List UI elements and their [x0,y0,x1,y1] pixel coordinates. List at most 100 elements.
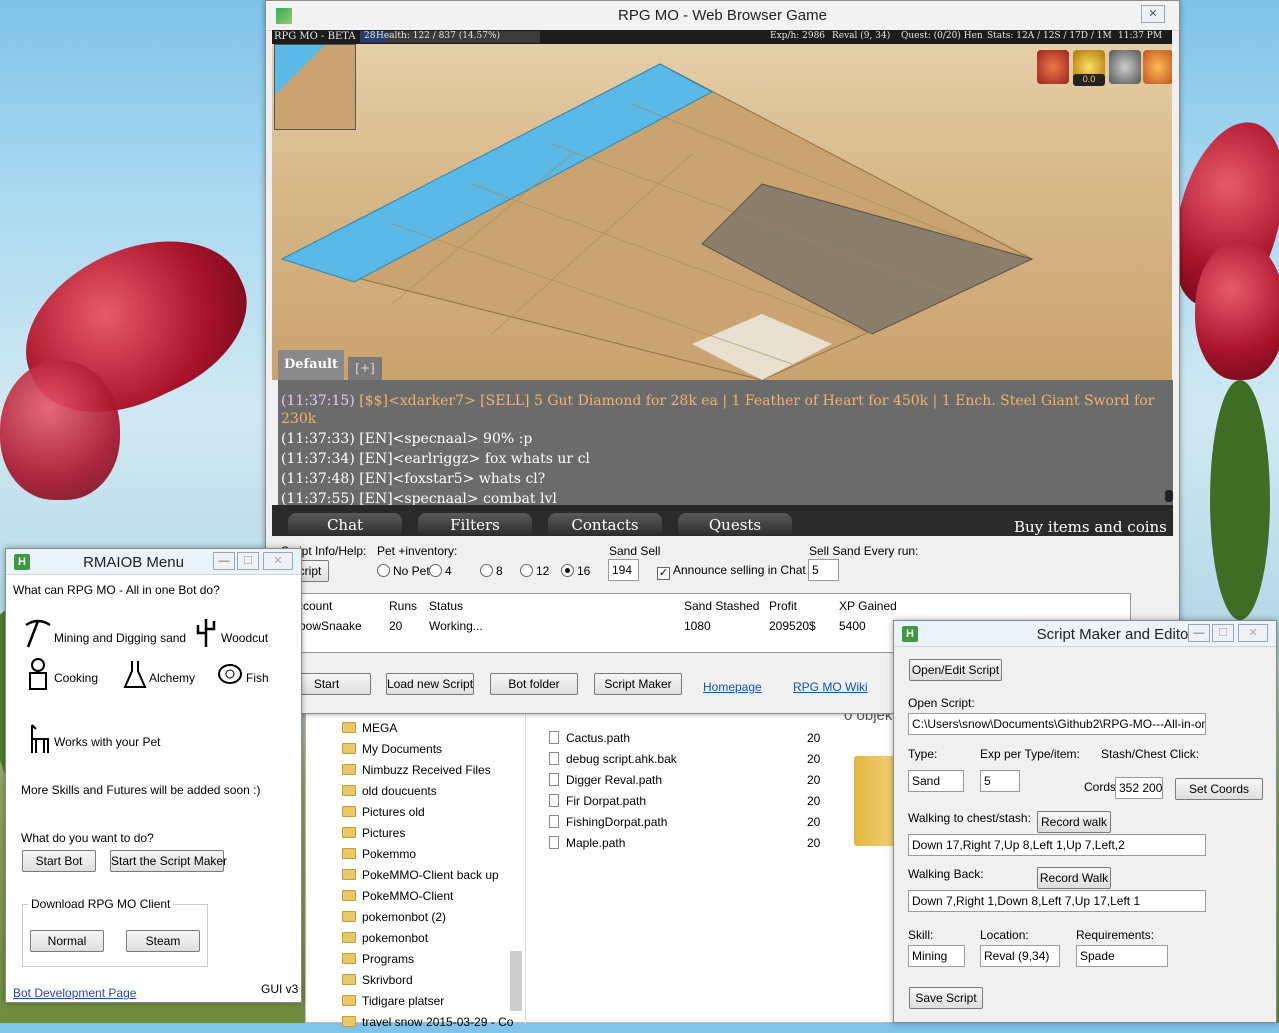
radio-button[interactable] [480,564,493,577]
rmaiob-window: H RMAIOB Menu — ☐ ✕ What can RPG MO - Al… [5,548,302,1003]
tab-filters[interactable]: Filters [418,513,532,535]
game-scene[interactable]: 0.0 Default [+] [272,44,1172,380]
steam-button[interactable]: Steam [126,930,200,952]
folder-item[interactable]: Pictures [342,823,513,844]
checkmark-icon[interactable]: ✓ [657,567,670,580]
folder-item[interactable]: MEGA [342,718,513,739]
file-date: 20 [807,752,821,766]
exph-label: Exp/h: 2986 [770,31,826,41]
pet-radio-option[interactable]: 12 [520,564,549,578]
folder-item[interactable]: My Documents [342,739,513,760]
bot-folder-button[interactable]: Bot folder [490,673,578,695]
open-edit-script-button[interactable]: Open/Edit Script [909,659,1002,681]
rmaiob-titlebar: H RMAIOB Menu — ☐ ✕ [6,549,301,575]
wiki-link[interactable]: RPG MO Wiki [793,680,868,694]
file-item[interactable]: Digger Reval.path 20 [549,770,820,791]
skill-alchemy-label: Alchemy [149,671,196,685]
minimize-button[interactable]: — [1188,624,1210,642]
tab-contacts[interactable]: Contacts [548,513,662,535]
file-item[interactable]: FishingDorpat.path 20 [549,812,820,833]
knight-icon[interactable] [1037,50,1069,84]
pet-radio-option[interactable]: No Pet [377,564,430,578]
helmet-icon[interactable] [1109,50,1141,84]
minimize-button[interactable]: — [213,552,235,570]
folder-item[interactable]: Pictures old [342,802,513,823]
record-walk-button[interactable]: Record walk [1037,811,1111,833]
chat-scroll-handle[interactable] [1165,490,1173,502]
column-header[interactable]: Status [429,599,463,613]
chat-tab-default[interactable]: Default [278,350,344,380]
radio-button[interactable] [377,564,390,577]
column-header[interactable]: Runs [389,599,417,613]
file-item[interactable]: Cactus.path 20 [549,728,820,749]
folder-item[interactable]: Skrivbord [342,970,513,991]
column-header[interactable]: Sand Stashed [684,599,759,613]
normal-button[interactable]: Normal [30,930,104,952]
open-script-path-input[interactable]: C:\Users\snow\Documents\Github2\RPG-MO--… [908,713,1206,735]
folder-item[interactable]: PokeMMO-Client [342,886,513,907]
walk-back-input[interactable]: Down 7,Right 1,Down 8,Left 7,Up 17,Left … [908,890,1206,912]
maximize-button[interactable]: ☐ [237,552,259,570]
tab-chat[interactable]: Chat [288,513,402,535]
download-label: Download RPG MO Client [28,897,174,911]
exp-input[interactable]: 5 [980,770,1020,792]
walk-to-input[interactable]: Down 17,Right 7,Up 8,Left 1,Up 7,Left,2 [908,834,1206,856]
skill-mining-label: Mining and Digging sand [54,631,187,645]
tab-quests[interactable]: Quests [678,513,792,535]
sell-every-input[interactable]: 5 [808,559,839,581]
file-item[interactable]: debug script.ahk.bak 20 [549,749,821,770]
announce-checkbox[interactable]: ✓ Announce selling in Chat [657,563,806,580]
record-walk-back-button[interactable]: Record Walk [1037,867,1111,889]
radio-button[interactable] [520,564,533,577]
folder-label: PokeMMO-Client [362,889,454,903]
file-date: 20 [807,794,821,808]
folder-item[interactable]: Programs [342,949,513,970]
sand-sell-input[interactable]: 194 [608,559,639,581]
folder-item[interactable]: Nimbuzz Received Files [342,760,513,781]
save-script-button[interactable]: Save Script [909,987,983,1009]
radio-button[interactable] [561,564,574,577]
sell-every-label: Sell Sand Every run: [809,544,919,558]
start-script-maker-button[interactable]: Start the Script Maker [110,850,227,872]
pet-radio-option[interactable]: 4 [429,564,452,578]
skill-input[interactable]: Mining [908,945,965,967]
type-input[interactable]: Sand [908,770,964,792]
pet-radio-option[interactable]: 8 [480,564,503,578]
level-label: 28 [364,31,376,41]
dragon-icon[interactable] [1143,50,1172,84]
script-maker-button[interactable]: Script Maker [594,673,682,695]
column-header[interactable]: XP Gained [839,599,897,613]
set-coords-button[interactable]: Set Coords [1175,778,1263,800]
file-item[interactable]: Fir Dorpat.path 20 [549,791,821,812]
close-button[interactable]: ✕ [1238,624,1268,642]
chat-tab-add[interactable]: [+] [348,357,382,380]
dev-page-link[interactable]: Bot Development Page [13,986,136,1000]
file-item[interactable]: Maple.path 20 [549,833,820,854]
cords-input[interactable]: 352 200 [1115,777,1163,799]
folder-item[interactable]: pokemonbot (2) [342,907,513,928]
column-header[interactable]: Profit [769,599,797,613]
folder-item[interactable]: pokemonbot [342,928,513,949]
tree-scrollbar[interactable] [510,951,522,1011]
folder-item[interactable]: old doucuents [342,781,513,802]
game-close-button[interactable]: ✕ [1141,5,1165,23]
chat-message: [EN]<earlriggz> fox whats ur cl [359,451,590,467]
table-header: Account Runs Status Sand Stashed Profit XP Ga… [282,596,1130,616]
radio-label: 4 [445,564,452,578]
load-script-button[interactable]: Load new Script [386,673,474,695]
radio-button[interactable] [429,564,442,577]
folder-icon [342,911,356,922]
maximize-button[interactable]: ☐ [1212,624,1234,642]
isometric-map[interactable] [272,44,1172,380]
close-button[interactable]: ✕ [263,552,293,570]
requirements-input[interactable]: Spade [1076,945,1168,967]
minimap[interactable] [274,44,356,130]
pet-radio-option[interactable]: 16 [561,564,590,578]
folder-item[interactable]: Pokemmo [342,844,513,865]
folder-item[interactable]: Tidigare platser [342,991,513,1012]
start-bot-button[interactable]: Start Bot [22,850,96,872]
buy-items-link[interactable]: Buy items and coins [1014,518,1167,536]
homepage-link[interactable]: Homepage [703,680,762,694]
folder-item[interactable]: PokeMMO-Client back up [342,865,513,886]
location-input[interactable]: Reval (9,34) [980,945,1060,967]
